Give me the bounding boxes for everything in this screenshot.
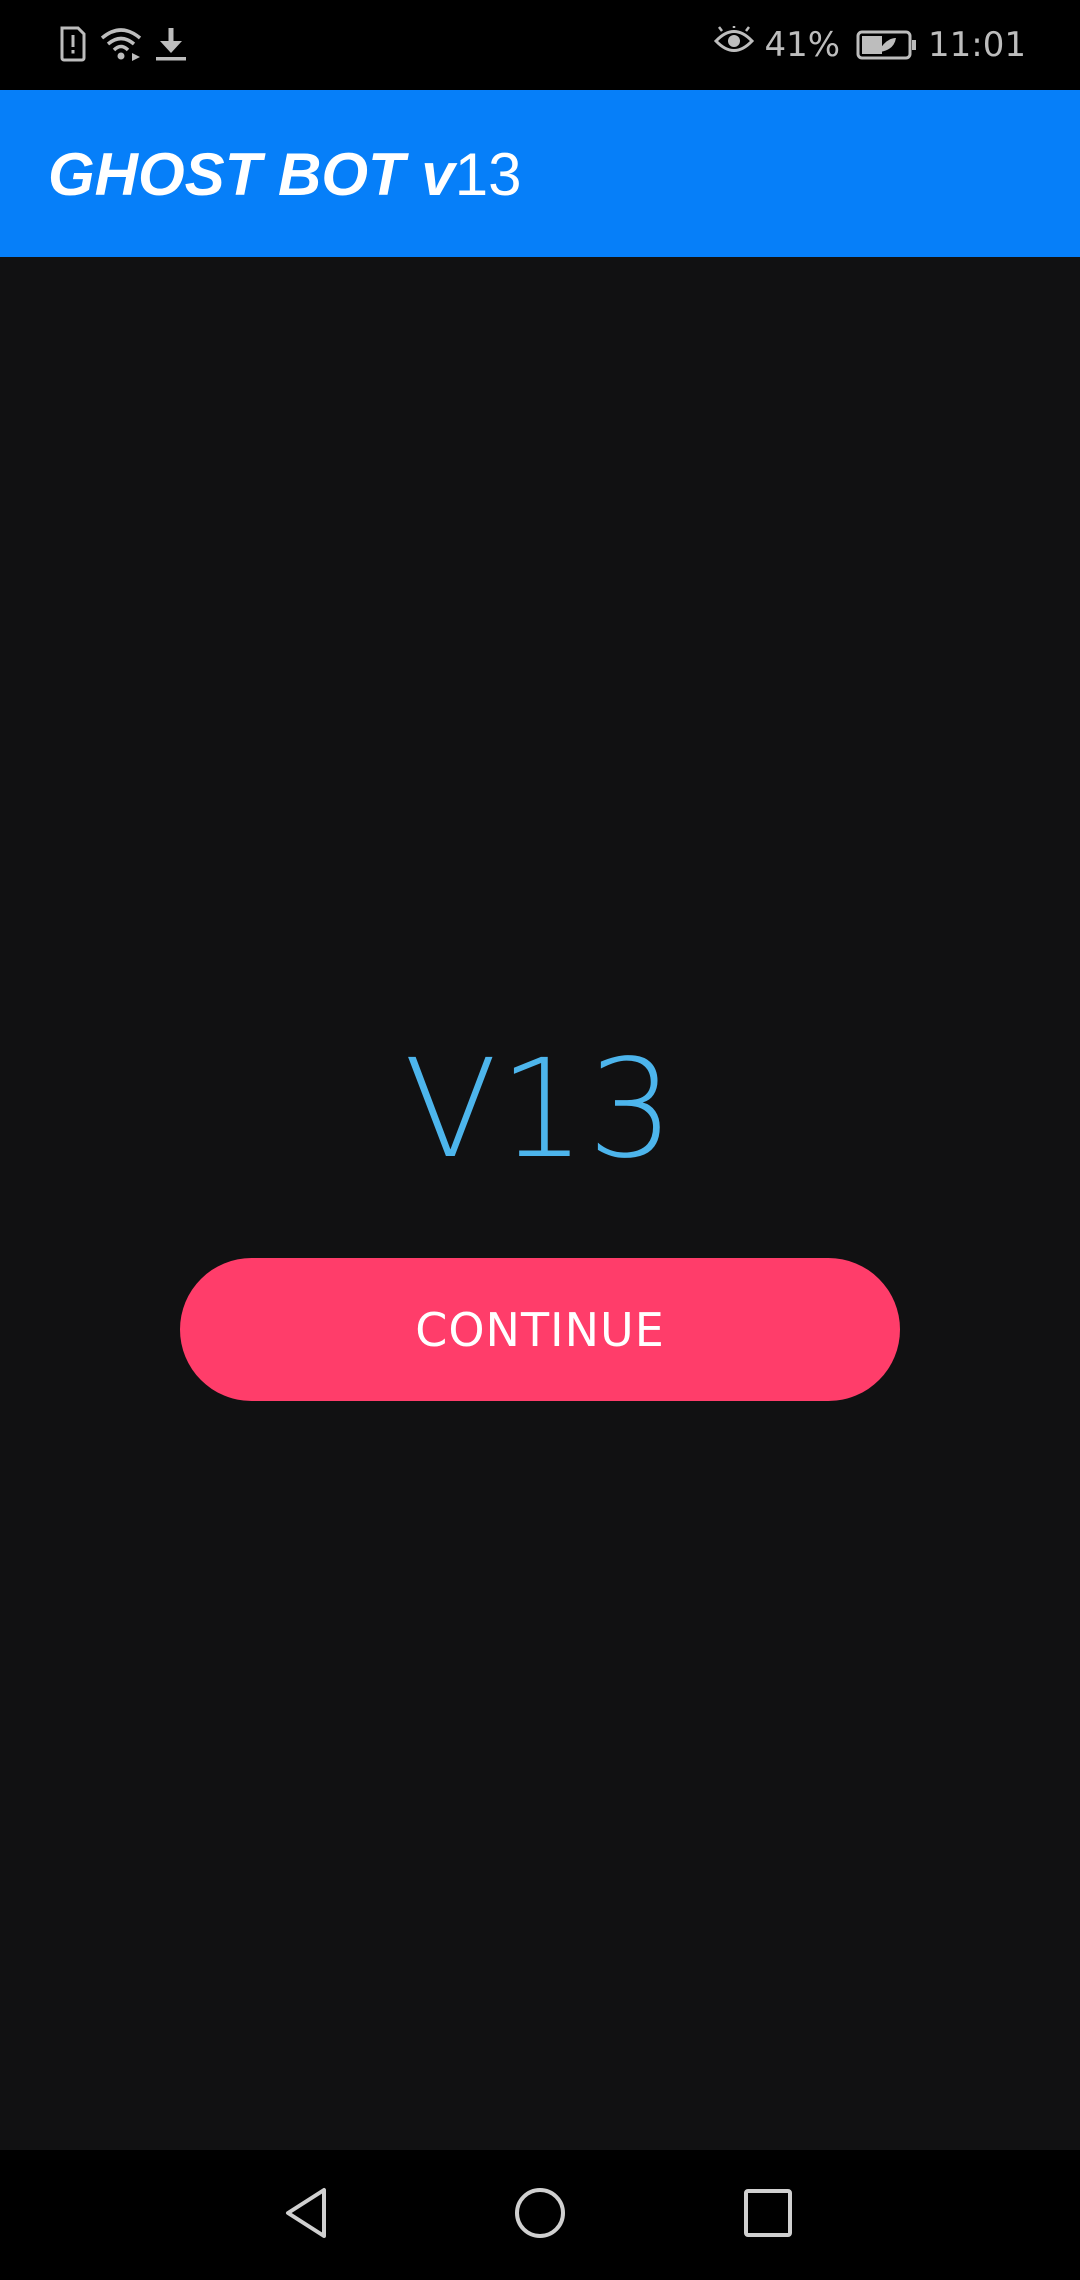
app-title-version: 13 [454,141,522,208]
clock: 11:01 [928,25,1026,65]
download-icon [154,26,188,66]
back-button[interactable] [273,2180,343,2250]
home-button[interactable] [505,2180,575,2250]
version-label: V13 [403,1031,677,1189]
home-icon [512,2185,568,2245]
status-bar: 41% 11:01 [0,0,1080,90]
wifi-icon [100,26,142,66]
navigation-bar [0,2150,1080,2280]
status-left-icons [58,24,188,68]
main-content: V13 CONTINUE [0,257,1080,2150]
status-right: 41% 11:01 [714,20,1026,70]
battery-icon [856,30,918,60]
eye-icon [714,24,755,65]
recent-apps-button[interactable] [733,2180,803,2250]
recent-apps-icon [740,2185,796,2245]
sim-alert-icon [58,26,88,66]
app-title-name: GHOST BOT v [48,141,455,208]
continue-button[interactable]: CONTINUE [180,1258,900,1401]
app-bar: GHOST BOT v13 [0,90,1080,257]
battery-percent: 41% [764,25,841,65]
app-title: GHOST BOT v13 [48,140,521,210]
back-icon [280,2185,336,2245]
